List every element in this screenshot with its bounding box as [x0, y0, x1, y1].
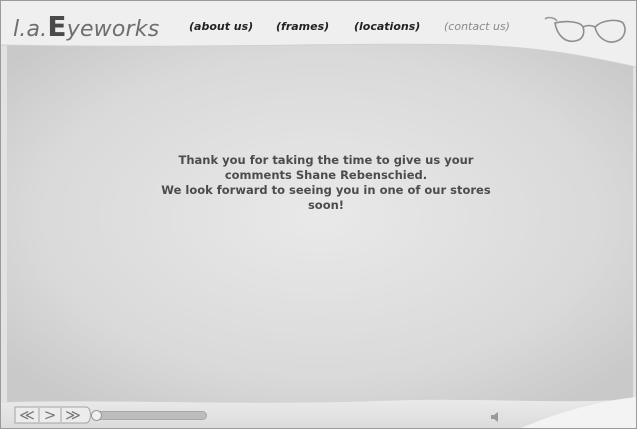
rewind-button[interactable]: ≪ [15, 405, 39, 425]
logo-big-letter: E [47, 10, 67, 43]
message-line: soon! [307, 198, 345, 212]
eyeglasses-icon [544, 16, 626, 43]
logo-suffix: yeworks [66, 17, 160, 42]
speaker-icon[interactable] [489, 411, 501, 423]
message-line: We look forward to seeing you in one of … [161, 183, 491, 197]
fast-forward-button[interactable]: ≫ [61, 405, 85, 425]
nav-contact-us[interactable]: (contact us) [444, 20, 510, 33]
nav-about-us[interactable]: (about us) [189, 20, 253, 33]
message-line: Thank you for taking the time to give us… [178, 153, 474, 167]
logo-prefix: l.a. [13, 17, 48, 42]
page-frame: l.a.Eyeworks (about us) (frames) (locati… [0, 0, 637, 429]
progress-bar[interactable] [91, 410, 207, 421]
brand-logo[interactable]: l.a.Eyeworks [13, 10, 159, 43]
confirmation-message: Thank you for taking the time to give us… [141, 153, 511, 213]
nav-locations[interactable]: (locations) [354, 20, 420, 33]
message-line: comments Shane Rebenschied. [224, 168, 428, 182]
background-art [1, 1, 636, 428]
play-button[interactable]: > [39, 405, 61, 425]
nav-frames[interactable]: (frames) [276, 20, 329, 33]
progress-knob[interactable] [91, 410, 102, 421]
